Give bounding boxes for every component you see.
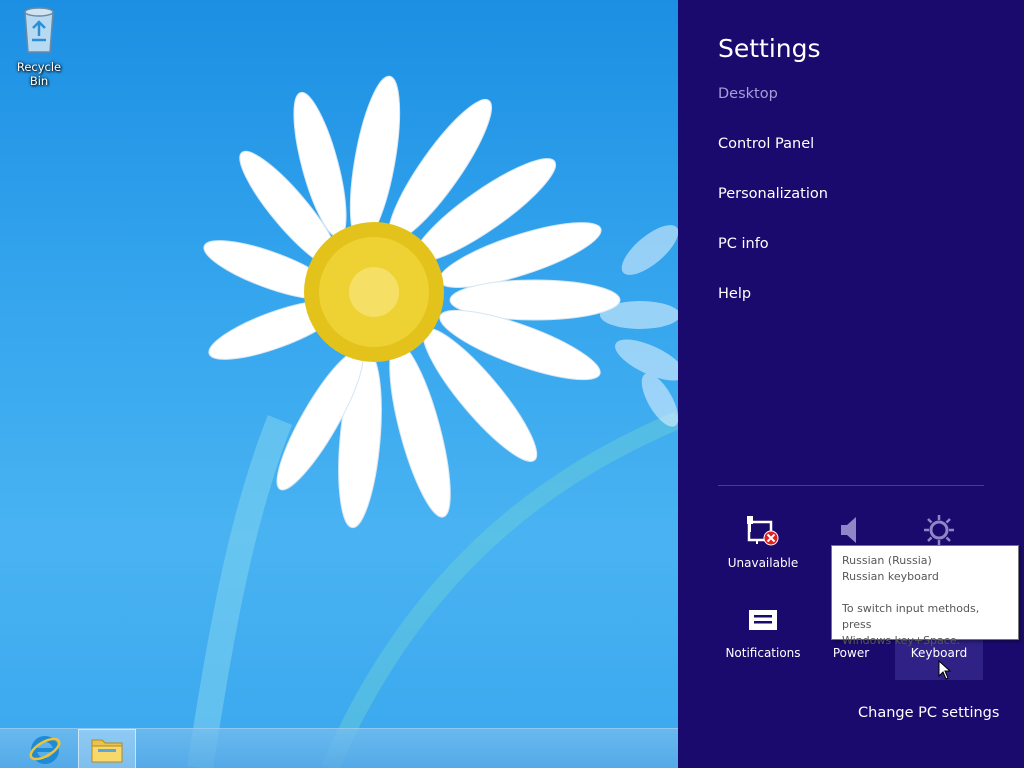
menu-item-personalization[interactable]: Personalization: [718, 186, 828, 202]
tooltip-hint-line1: To switch input methods, press: [842, 602, 980, 631]
desktop[interactable]: Recycle Bin: [0, 0, 678, 768]
keyboard-tooltip: Russian (Russia) Russian keyboard To swi…: [831, 545, 1019, 647]
notifications-tile-label: Notifications: [725, 646, 801, 660]
network-unavailable-icon: [747, 516, 779, 546]
daisy-wallpaper: [187, 75, 678, 768]
network-tile-label: Unavailable: [727, 556, 799, 570]
taskbar-internet-explorer[interactable]: [16, 729, 74, 768]
recycle-bin-icon: [24, 7, 54, 53]
notifications-icon: [749, 610, 777, 630]
tooltip-hint-line2: Windows key+Space.: [842, 634, 961, 647]
internet-explorer-icon: [29, 736, 61, 764]
recycle-bin[interactable]: Recycle Bin: [6, 6, 72, 88]
change-pc-settings-link[interactable]: Change PC settings: [858, 705, 999, 721]
charm-section-desktop: Desktop: [718, 86, 778, 102]
settings-charm: Settings Desktop Control Panel Personali…: [678, 0, 1024, 768]
menu-item-help[interactable]: Help: [718, 286, 751, 302]
notifications-tile[interactable]: Notifications: [719, 600, 807, 680]
tooltip-language: Russian (Russia): [842, 554, 932, 567]
brightness-icon: [924, 515, 954, 545]
recycle-bin-label: Recycle Bin: [16, 60, 62, 88]
menu-item-control-panel[interactable]: Control Panel: [718, 136, 814, 152]
taskbar: [0, 728, 678, 768]
tooltip-keyboard: Russian keyboard: [842, 570, 939, 583]
mouse-cursor-icon: [938, 660, 952, 680]
charm-title: Settings: [718, 34, 821, 63]
file-explorer-icon: [91, 739, 123, 763]
charm-divider: [718, 485, 984, 486]
volume-icon: [841, 517, 856, 543]
network-tile[interactable]: Unavailable: [719, 510, 807, 590]
menu-item-pc-info[interactable]: PC info: [718, 236, 769, 252]
taskbar-file-explorer[interactable]: [78, 729, 136, 768]
